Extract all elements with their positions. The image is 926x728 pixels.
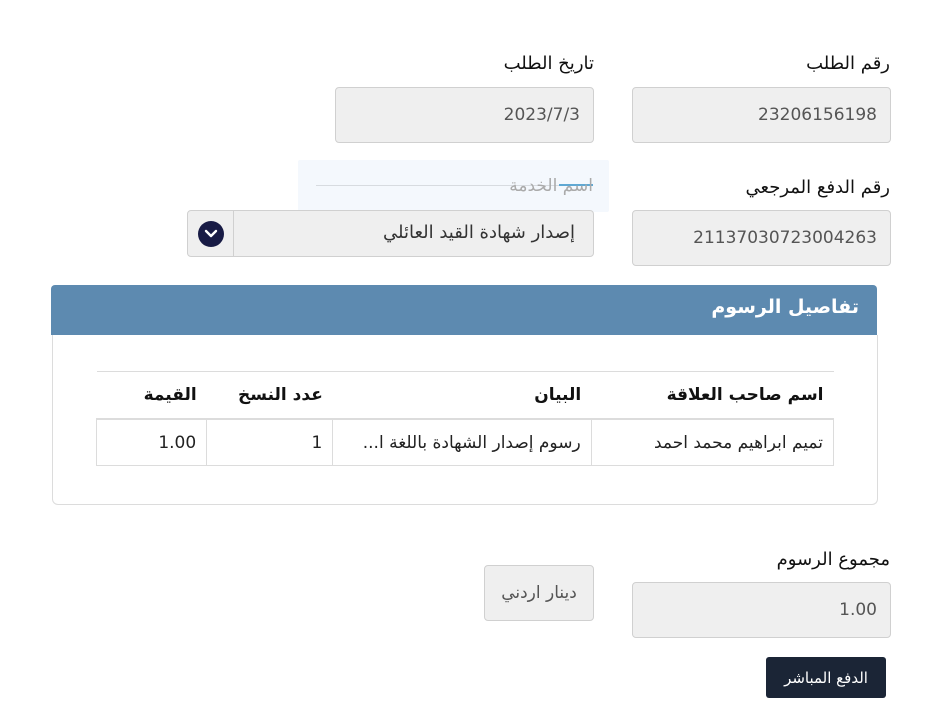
total-fees-field[interactable]	[632, 582, 891, 638]
cell-value: 1.00	[95, 418, 208, 466]
fees-table-wrap: اسم صاحب العلاقة البيان عدد النسخ القيمة…	[95, 371, 835, 466]
currency-badge: دينار اردني	[484, 565, 594, 621]
fees-table-header-row: اسم صاحب العلاقة البيان عدد النسخ القيمة	[96, 371, 834, 420]
fees-panel-title: تفاصيل الرسوم	[711, 296, 859, 318]
payment-reference-field[interactable]	[632, 210, 891, 266]
service-name-label: اسم الخدمة	[509, 176, 593, 196]
header-relative-name: اسم صاحب العلاقة	[591, 371, 834, 420]
direct-payment-button[interactable]: الدفع المباشر	[766, 657, 886, 698]
service-dropdown-button[interactable]	[188, 211, 234, 256]
total-fees-input[interactable]	[646, 600, 877, 620]
request-number-label: رقم الطلب	[806, 53, 890, 74]
request-date-input[interactable]	[349, 105, 580, 125]
request-number-field[interactable]	[632, 87, 891, 143]
header-value: القيمة	[96, 371, 207, 420]
payment-reference-input[interactable]	[646, 228, 877, 248]
fees-panel-body: اسم صاحب العلاقة البيان عدد النسخ القيمة…	[52, 335, 878, 505]
fees-panel-header: تفاصيل الرسوم	[51, 285, 877, 335]
service-select[interactable]: إصدار شهادة القيد العائلي	[187, 210, 594, 257]
service-name-floating-label: اسم الخدمة	[298, 160, 609, 212]
currency-text: دينار اردني	[501, 583, 577, 603]
header-copies: عدد النسخ	[206, 371, 333, 420]
payment-reference-label: رقم الدفع المرجعي	[745, 177, 890, 198]
cell-copies: 1	[206, 418, 334, 466]
cell-statement: رسوم إصدار الشهادة باللغة ا...	[332, 418, 592, 466]
cell-relative-name: تميم ابراهيم محمد احمد	[590, 418, 835, 466]
request-date-label: تاريخ الطلب	[503, 53, 594, 74]
header-statement: البيان	[332, 371, 592, 420]
service-selected-value: إصدار شهادة القيد العائلي	[383, 222, 575, 243]
request-number-input[interactable]	[646, 105, 877, 125]
chevron-down-icon	[197, 220, 224, 247]
table-row: تميم ابراهيم محمد احمد رسوم إصدار الشهاد…	[95, 418, 835, 466]
total-fees-label: مجموع الرسوم	[776, 549, 890, 570]
request-date-field[interactable]	[335, 87, 594, 143]
fees-table: اسم صاحب العلاقة البيان عدد النسخ القيمة…	[95, 371, 835, 466]
